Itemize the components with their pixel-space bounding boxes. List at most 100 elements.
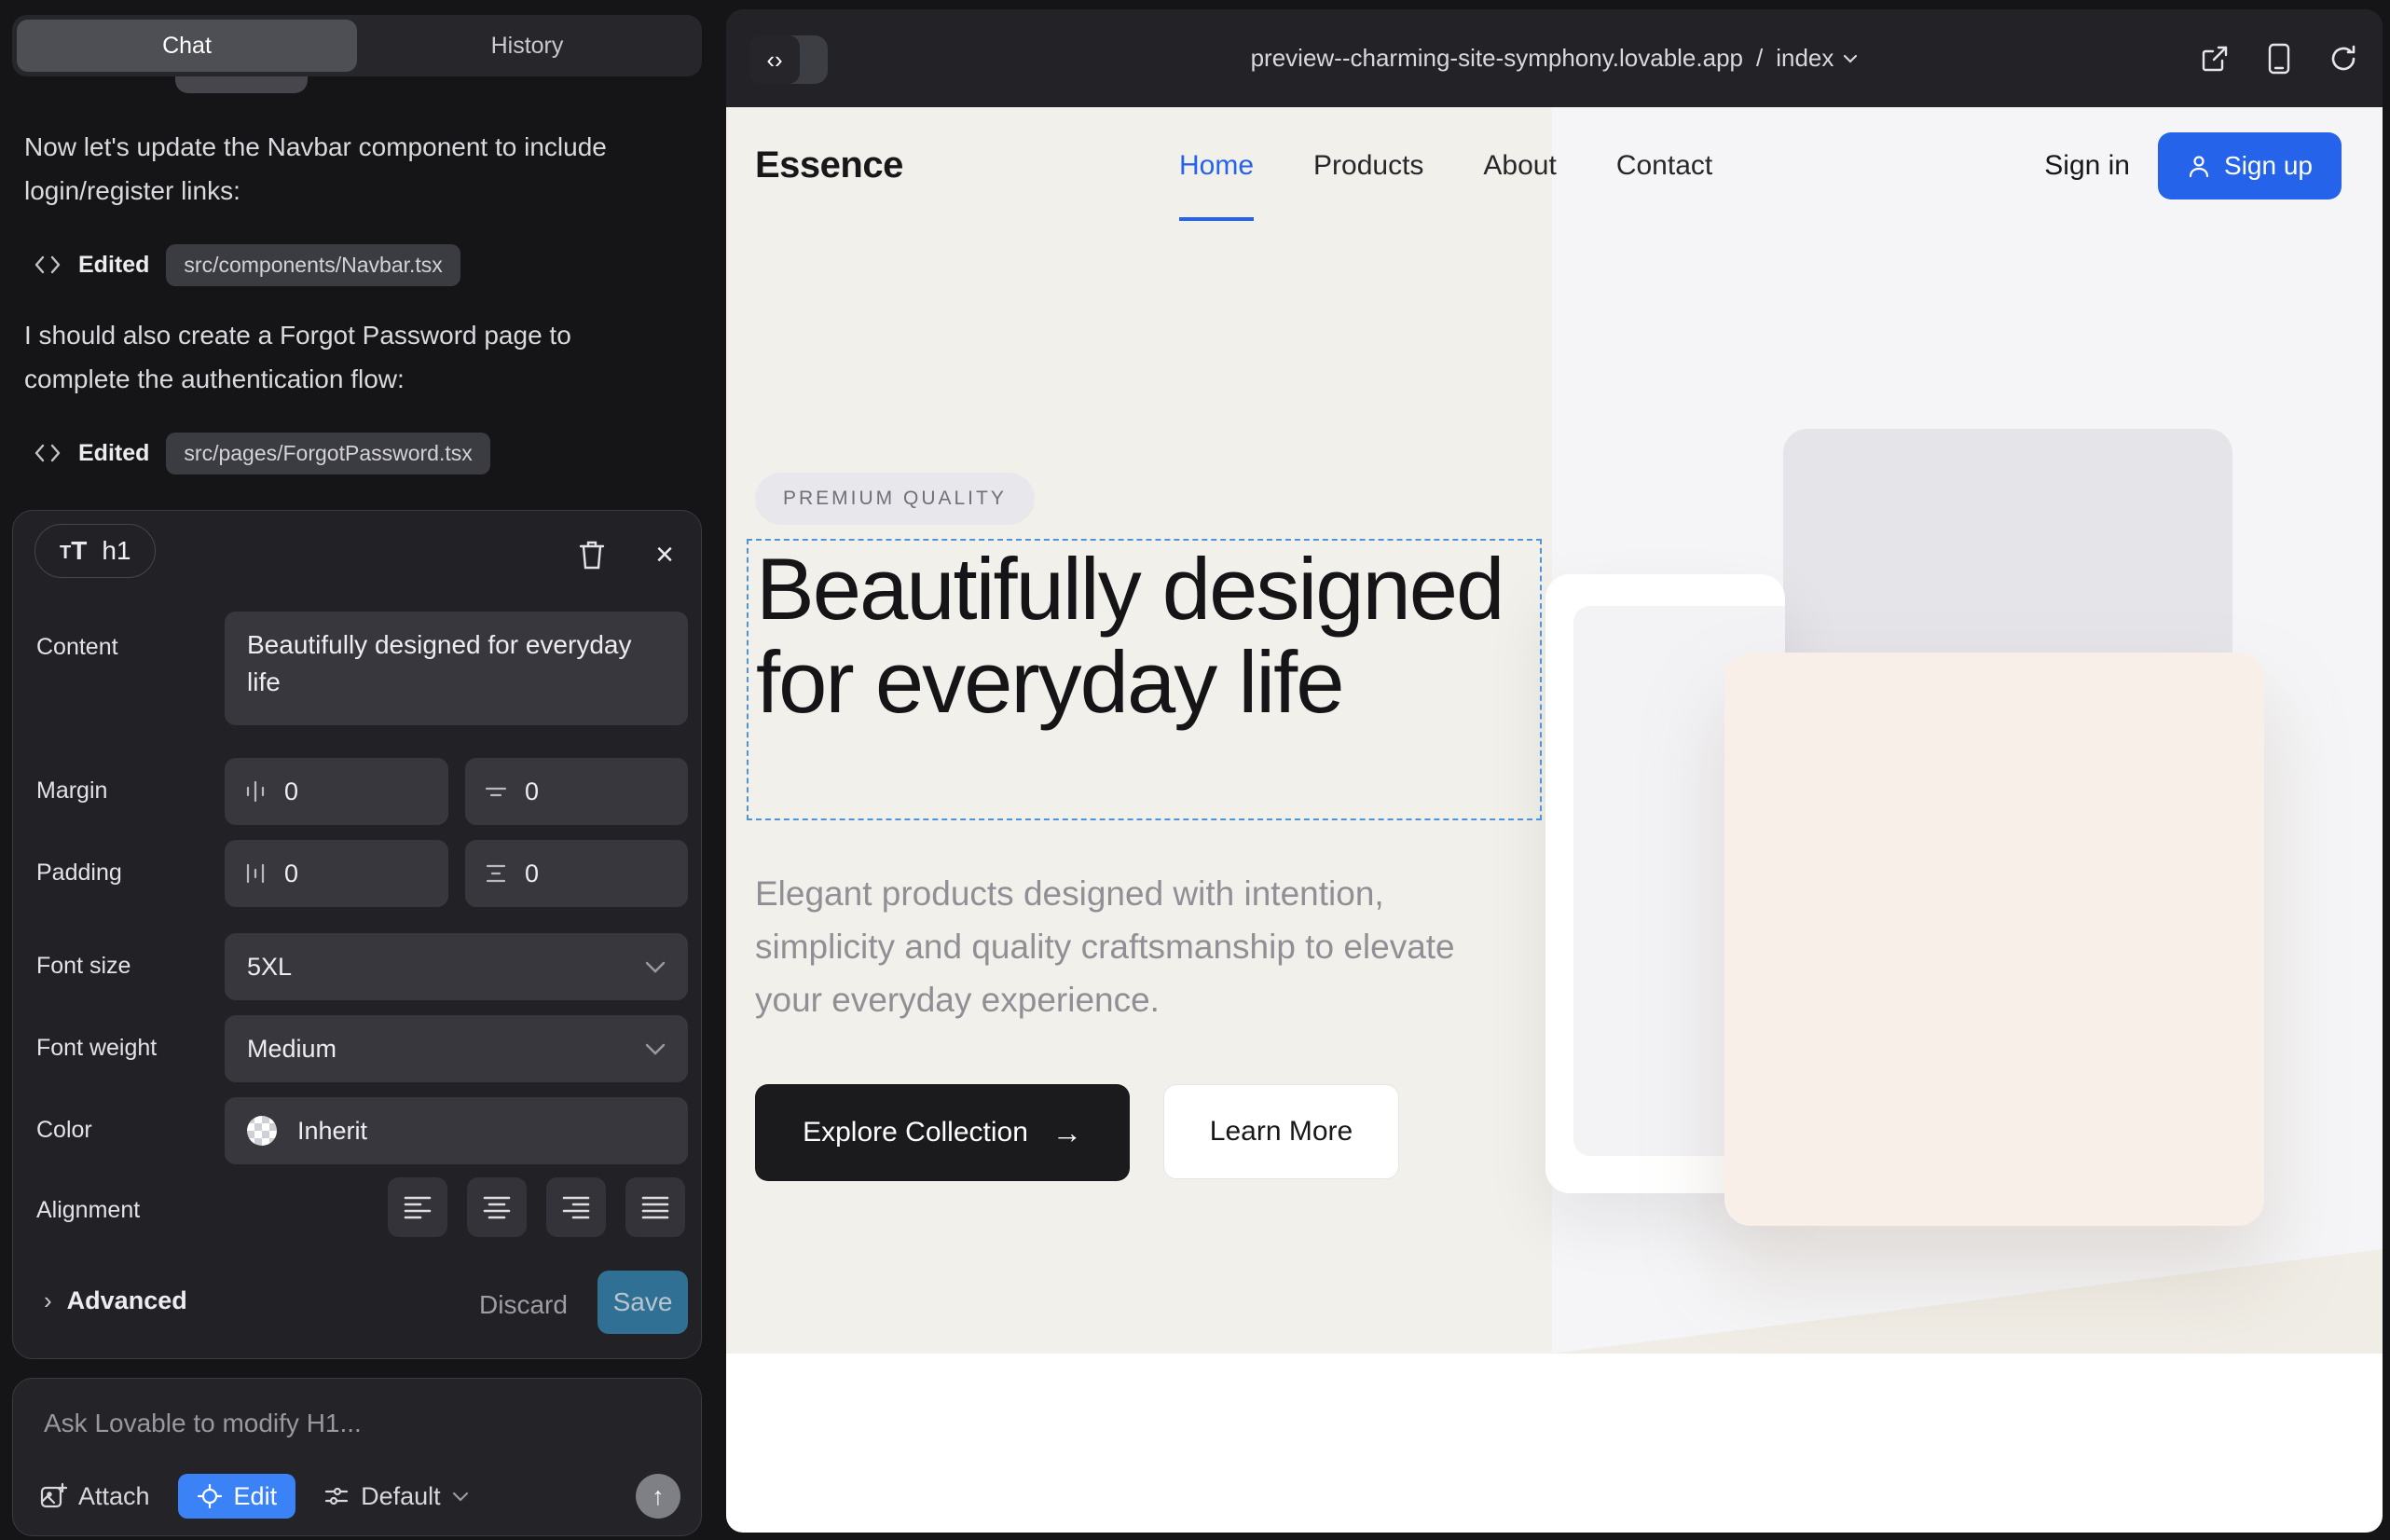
premium-quality-badge: PREMIUM QUALITY — [755, 473, 1035, 525]
padding-y-value: 0 — [525, 859, 539, 888]
edited-label: Edited — [78, 440, 149, 467]
nav-link-home[interactable]: Home — [1179, 150, 1254, 182]
margin-vertical-icon — [484, 779, 508, 804]
content-label: Content — [36, 634, 118, 661]
decor-card-peach — [1724, 653, 2264, 1226]
margin-y-input[interactable]: 0 — [465, 758, 688, 825]
chat-sidebar: Chat History Now let's update the Navbar… — [0, 0, 726, 1540]
hero-heading[interactable]: Beautifully designed for everyday life — [756, 543, 1540, 729]
arrow-right-icon: → — [1052, 1116, 1082, 1150]
margin-x-input[interactable]: 0 — [225, 758, 448, 825]
mobile-preview-icon[interactable] — [2267, 43, 2291, 75]
edited-label: Edited — [78, 252, 149, 279]
element-inspector-panel: TT h1 × Content Beautifully designed for… — [12, 510, 702, 1359]
delete-element-button[interactable] — [574, 537, 610, 572]
edited-file-row: Edited src/components/Navbar.tsx — [34, 241, 460, 288]
nav-link-about[interactable]: About — [1483, 150, 1556, 182]
font-size-select[interactable]: 5XL — [225, 933, 688, 1000]
align-right-button[interactable] — [546, 1177, 606, 1237]
user-icon — [2187, 154, 2211, 178]
padding-horizontal-icon — [243, 861, 268, 886]
model-selector[interactable]: Default — [323, 1482, 469, 1511]
assistant-message: I should also create a Forgot Password p… — [24, 313, 639, 401]
save-button[interactable]: Save — [598, 1271, 688, 1334]
composer-input[interactable] — [44, 1401, 668, 1446]
advanced-toggle[interactable]: › Advanced — [44, 1286, 187, 1315]
padding-vertical-icon — [484, 861, 508, 886]
site-viewport: Essence Home Products About Contact Sign… — [726, 107, 2383, 1533]
font-weight-value: Medium — [247, 1035, 337, 1064]
browser-actions — [2200, 9, 2358, 107]
padding-y-input[interactable]: 0 — [465, 840, 688, 907]
margin-x-value: 0 — [284, 777, 298, 806]
font-size-value: 5XL — [247, 953, 292, 982]
font-weight-label: Font weight — [36, 1035, 157, 1062]
nav-link-contact[interactable]: Contact — [1616, 150, 1712, 182]
hero-paragraph: Elegant products designed with intention… — [755, 867, 1510, 1026]
chat-composer: Attach Edit Default — [12, 1378, 702, 1536]
code-icon: ‹› — [749, 35, 800, 84]
learn-more-button[interactable]: Learn More — [1163, 1084, 1399, 1179]
edit-mode-button[interactable]: Edit — [178, 1474, 296, 1519]
content-input[interactable]: Beautifully designed for everyday life — [225, 612, 688, 725]
selected-element-badge: TT h1 — [34, 524, 156, 578]
assistant-message: Now let's update the Navbar component to… — [24, 125, 639, 213]
hero-cta-group: Explore Collection → Learn More — [755, 1084, 1399, 1181]
tab-chat[interactable]: Chat — [17, 20, 357, 72]
edit-label: Edit — [234, 1482, 278, 1511]
font-weight-select[interactable]: Medium — [225, 1015, 688, 1082]
code-view-toggle[interactable]: ‹› — [749, 35, 828, 84]
code-icon — [34, 442, 62, 464]
tab-history[interactable]: History — [357, 20, 697, 72]
chevron-down-icon — [1843, 53, 1858, 63]
discard-button[interactable]: Discard — [479, 1290, 568, 1320]
file-path-chip[interactable]: src/components/Navbar.tsx — [166, 244, 460, 286]
site-navbar: Essence Home Products About Contact Sign… — [726, 107, 2383, 224]
align-justify-button[interactable] — [625, 1177, 685, 1237]
sign-up-button[interactable]: Sign up — [2158, 132, 2342, 199]
send-button[interactable]: ↑ — [636, 1474, 680, 1519]
nav-link-products[interactable]: Products — [1313, 150, 1423, 182]
sign-up-label: Sign up — [2224, 151, 2313, 181]
sliders-icon — [323, 1483, 350, 1509]
explore-label: Explore Collection — [803, 1117, 1028, 1148]
attach-label: Attach — [78, 1482, 150, 1511]
open-external-icon[interactable] — [2200, 44, 2230, 74]
attach-image-icon — [39, 1482, 67, 1510]
nav-links: Home Products About Contact — [1179, 107, 1712, 224]
padding-x-value: 0 — [284, 859, 298, 888]
target-icon — [197, 1483, 223, 1509]
model-label: Default — [361, 1482, 441, 1511]
attach-button[interactable]: Attach — [39, 1482, 150, 1511]
align-left-button[interactable] — [388, 1177, 447, 1237]
composer-toolbar: Attach Edit Default — [39, 1472, 680, 1520]
close-panel-button[interactable]: × — [647, 537, 682, 572]
url-host: preview--charming-site-symphony.lovable.… — [1251, 44, 1743, 73]
chevron-down-icon — [645, 1042, 666, 1055]
align-center-button[interactable] — [467, 1177, 527, 1237]
padding-x-input[interactable]: 0 — [225, 840, 448, 907]
explore-collection-button[interactable]: Explore Collection → — [755, 1084, 1130, 1181]
sign-in-link[interactable]: Sign in — [2044, 107, 2130, 224]
color-label: Color — [36, 1117, 92, 1144]
url-bar[interactable]: preview--charming-site-symphony.lovable.… — [1251, 44, 1859, 73]
advanced-label: Advanced — [67, 1286, 187, 1315]
chat-history-tabs: Chat History — [12, 15, 702, 76]
lovable-workspace: Chat History Now let's update the Navbar… — [0, 0, 2390, 1540]
selected-h1-outline[interactable]: Beautifully designed for everyday life — [747, 539, 1542, 820]
typography-icon: TT — [60, 537, 87, 565]
padding-label: Padding — [36, 859, 122, 887]
file-path-chip[interactable]: src/pages/ForgotPassword.tsx — [166, 433, 489, 474]
browser-bar: ‹› preview--charming-site-symphony.lovab… — [726, 9, 2383, 107]
margin-horizontal-icon — [243, 779, 268, 804]
chevron-down-icon — [645, 960, 666, 973]
color-select[interactable]: Inherit — [225, 1097, 688, 1164]
url-page: index — [1776, 44, 1834, 73]
site-logo[interactable]: Essence — [755, 107, 903, 224]
chevron-right-icon: › — [44, 1286, 52, 1315]
code-icon — [34, 254, 62, 276]
margin-label: Margin — [36, 777, 107, 804]
preview-window: ‹› preview--charming-site-symphony.lovab… — [726, 9, 2383, 1533]
font-size-label: Font size — [36, 953, 130, 980]
refresh-icon[interactable] — [2328, 44, 2358, 74]
